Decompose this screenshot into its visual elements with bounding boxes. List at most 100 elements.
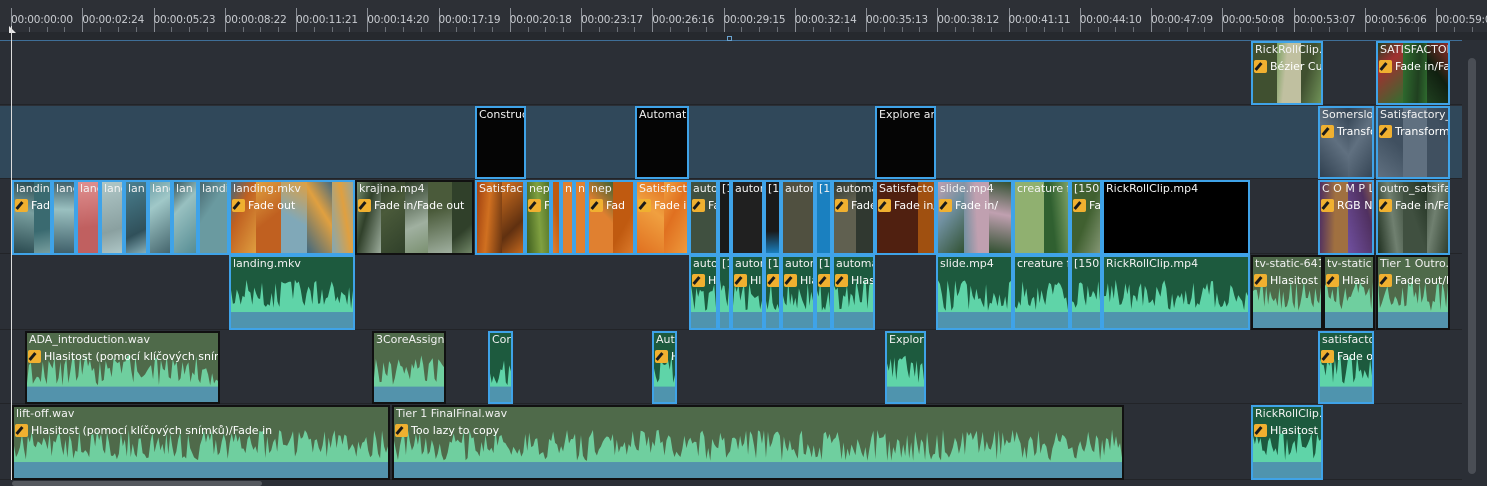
clip-v1[interactable]: automa Fade bbox=[832, 180, 875, 255]
clip-v1[interactable]: [1 bbox=[764, 180, 781, 255]
clip-a1[interactable]: tv-static-641 Hlasitost bbox=[1251, 255, 1323, 330]
clip-name: Satisfactory bbox=[879, 182, 934, 195]
clip-a1[interactable]: [1 Hl bbox=[815, 255, 832, 330]
clip-name: landi bbox=[202, 182, 229, 195]
clip-a2[interactable]: ADA_introduction.wav Hlasitost (pomocí kl… bbox=[25, 331, 220, 404]
clip-a1[interactable]: automa Hlas bbox=[832, 255, 875, 330]
volume-envelope bbox=[1253, 462, 1321, 478]
clip-v1[interactable]: outro_satsifac Fade in/Fa bbox=[1376, 180, 1450, 255]
clip-v1[interactable]: Satisfactory bbox=[475, 180, 525, 255]
clip-v1[interactable]: nep Fad bbox=[525, 180, 551, 255]
clip-v1[interactable]: lan bbox=[124, 180, 148, 255]
clip-v1[interactable]: krajina.mp4 Fade in/Fade out bbox=[355, 180, 474, 255]
clip-a1[interactable]: RickRollClip.mp4 bbox=[1102, 255, 1250, 330]
clip-v3[interactable]: SATISFACTORY Fade in/Fade out bbox=[1376, 41, 1450, 105]
clip-v1[interactable]: autom bbox=[731, 180, 764, 255]
clip-v1[interactable]: C O M P L RGB N bbox=[1318, 180, 1374, 255]
clip-a1[interactable]: tv-static Hlasi bbox=[1323, 255, 1375, 330]
clip-a2[interactable]: Aut Hla bbox=[652, 331, 677, 404]
clip-name: landi bbox=[56, 182, 74, 195]
clip-v1[interactable]: creature f bbox=[1013, 180, 1070, 255]
clip-a1[interactable]: [150 bbox=[1070, 255, 1102, 330]
clip-a2[interactable]: Explore bbox=[885, 331, 926, 404]
clip-v1[interactable] bbox=[551, 180, 561, 255]
clip-a1[interactable]: autom Hlasi bbox=[731, 255, 764, 330]
clip-a1[interactable]: Tier 1 Outro.w Fade out/F bbox=[1376, 255, 1450, 330]
clip-v1[interactable]: land bbox=[100, 180, 124, 255]
clip-v2[interactable]: Construction bbox=[475, 106, 526, 179]
horizontal-scrollbar-thumb[interactable] bbox=[12, 481, 262, 486]
clip-a1[interactable]: auto Hlasi bbox=[689, 255, 718, 330]
effect-label: Fade in/ bbox=[894, 198, 936, 212]
clip-v1[interactable]: landing Fade bbox=[12, 180, 52, 255]
clip-v2[interactable]: Satisfactory_logo Transform bbox=[1376, 106, 1450, 179]
clip-v1[interactable]: slide.mp4 Fade in/ bbox=[936, 180, 1013, 255]
clip-name: land bbox=[152, 182, 170, 195]
ruler-time-label: 00:00:29:15 bbox=[723, 14, 786, 26]
clip-effect: Fade o bbox=[1321, 349, 1372, 364]
effect-wand-icon bbox=[692, 199, 705, 212]
clip-v1[interactable]: n bbox=[574, 180, 587, 255]
effect-wand-icon bbox=[818, 274, 830, 287]
effect-wand-icon bbox=[15, 199, 28, 212]
ruler-time-label: 00:00:11:21 bbox=[296, 14, 358, 26]
clip-a1[interactable]: [1 Hl bbox=[764, 255, 781, 330]
clip-v1[interactable]: n bbox=[561, 180, 574, 255]
clip-name: [150 bbox=[1074, 257, 1100, 270]
clip-v1[interactable]: nep Fad bbox=[587, 180, 635, 255]
clip-name: Tier 1 FinalFinal.wav bbox=[396, 407, 508, 420]
clip-effect: RGB N bbox=[1321, 198, 1372, 213]
effect-label: RGB N bbox=[1337, 198, 1373, 212]
effect-label: Fade bbox=[31, 198, 51, 212]
clip-v2[interactable]: Automation bbox=[635, 106, 689, 179]
clip-name: RickRollClip.mp4 bbox=[1255, 43, 1323, 56]
clip-v1[interactable]: RickRollClip.mp4 bbox=[1102, 180, 1250, 255]
effect-label: Hla bbox=[671, 350, 675, 364]
clip-v1[interactable]: Satisfactory Fade in/ bbox=[875, 180, 936, 255]
clip-v1[interactable]: autom bbox=[781, 180, 815, 255]
clip-a2[interactable]: Cor bbox=[488, 331, 513, 404]
track-separator bbox=[0, 104, 1462, 105]
clip-a2[interactable]: satisfacto Fade o bbox=[1318, 331, 1374, 404]
clip-v3[interactable]: RickRollClip.mp4 Bézier Curves bbox=[1251, 41, 1323, 105]
clip-v2[interactable]: Explore and bbox=[875, 106, 936, 179]
clip-a1[interactable]: autom Hlasi bbox=[781, 255, 815, 330]
ruler-time-label: 00:00:50:08 bbox=[1222, 14, 1285, 26]
clip-v1[interactable]: land bbox=[76, 180, 100, 255]
timeline[interactable]: 00:00:00:00 00:00:02:24 00:00:05:23 00:00:0… bbox=[0, 0, 1487, 486]
clip-v1[interactable]: auto Fade bbox=[689, 180, 718, 255]
ruler-time-label: 00:00:35:13 bbox=[866, 14, 928, 26]
time-ruler[interactable]: 00:00:00:00 00:00:02:24 00:00:05:23 00:00:0… bbox=[0, 0, 1487, 32]
vertical-scrollbar-thumb[interactable] bbox=[1468, 58, 1476, 474]
clip-v1[interactable]: landi bbox=[198, 180, 229, 255]
clip-effect: Fade bbox=[15, 198, 51, 213]
clip-a3[interactable]: lift-off.wav Hlasitost (pomocí klíčových … bbox=[12, 405, 390, 480]
audio-waveform bbox=[231, 271, 353, 328]
ruler-time-label: 00:00:14:20 bbox=[367, 14, 430, 26]
playhead[interactable] bbox=[11, 26, 12, 486]
clip-v1[interactable]: [150 Fade bbox=[1070, 180, 1102, 255]
clip-v1[interactable]: landi bbox=[52, 180, 76, 255]
clip-a1[interactable]: [1 bbox=[718, 255, 731, 330]
waveform-graphic bbox=[887, 355, 924, 402]
clip-a1[interactable]: landing.mkv bbox=[229, 255, 355, 330]
clip-v1[interactable]: [1 bbox=[815, 180, 832, 255]
clip-a1[interactable]: slide.mp4 bbox=[936, 255, 1013, 330]
zone-bar[interactable] bbox=[0, 32, 1487, 41]
clip-a3[interactable]: Tier 1 FinalFinal.wav Too lazy to copy bbox=[392, 405, 1124, 480]
clip-a2[interactable]: 3CoreAssign bbox=[372, 331, 446, 404]
clip-v1[interactable]: [1 bbox=[718, 180, 731, 255]
clip-v1[interactable]: lan bbox=[172, 180, 198, 255]
clip-v1[interactable]: Satisfactory Fade in bbox=[635, 180, 689, 255]
clip-v2[interactable]: Somersloop Transform bbox=[1318, 106, 1374, 179]
effect-wand-icon bbox=[655, 350, 668, 363]
clip-v1[interactable]: landing.mkv Fade out bbox=[229, 180, 355, 255]
clip-a3[interactable]: RickRollClip.m Hlasitost ( bbox=[1251, 405, 1323, 480]
volume-envelope bbox=[887, 386, 924, 402]
track-v3[interactable] bbox=[0, 41, 1462, 105]
clip-effect: Fade in/Fade out bbox=[1379, 59, 1448, 74]
track-v2[interactable] bbox=[0, 106, 1462, 179]
clip-v1[interactable]: land bbox=[148, 180, 172, 255]
clip-name: autom bbox=[785, 257, 813, 270]
clip-a1[interactable]: creature f bbox=[1013, 255, 1070, 330]
